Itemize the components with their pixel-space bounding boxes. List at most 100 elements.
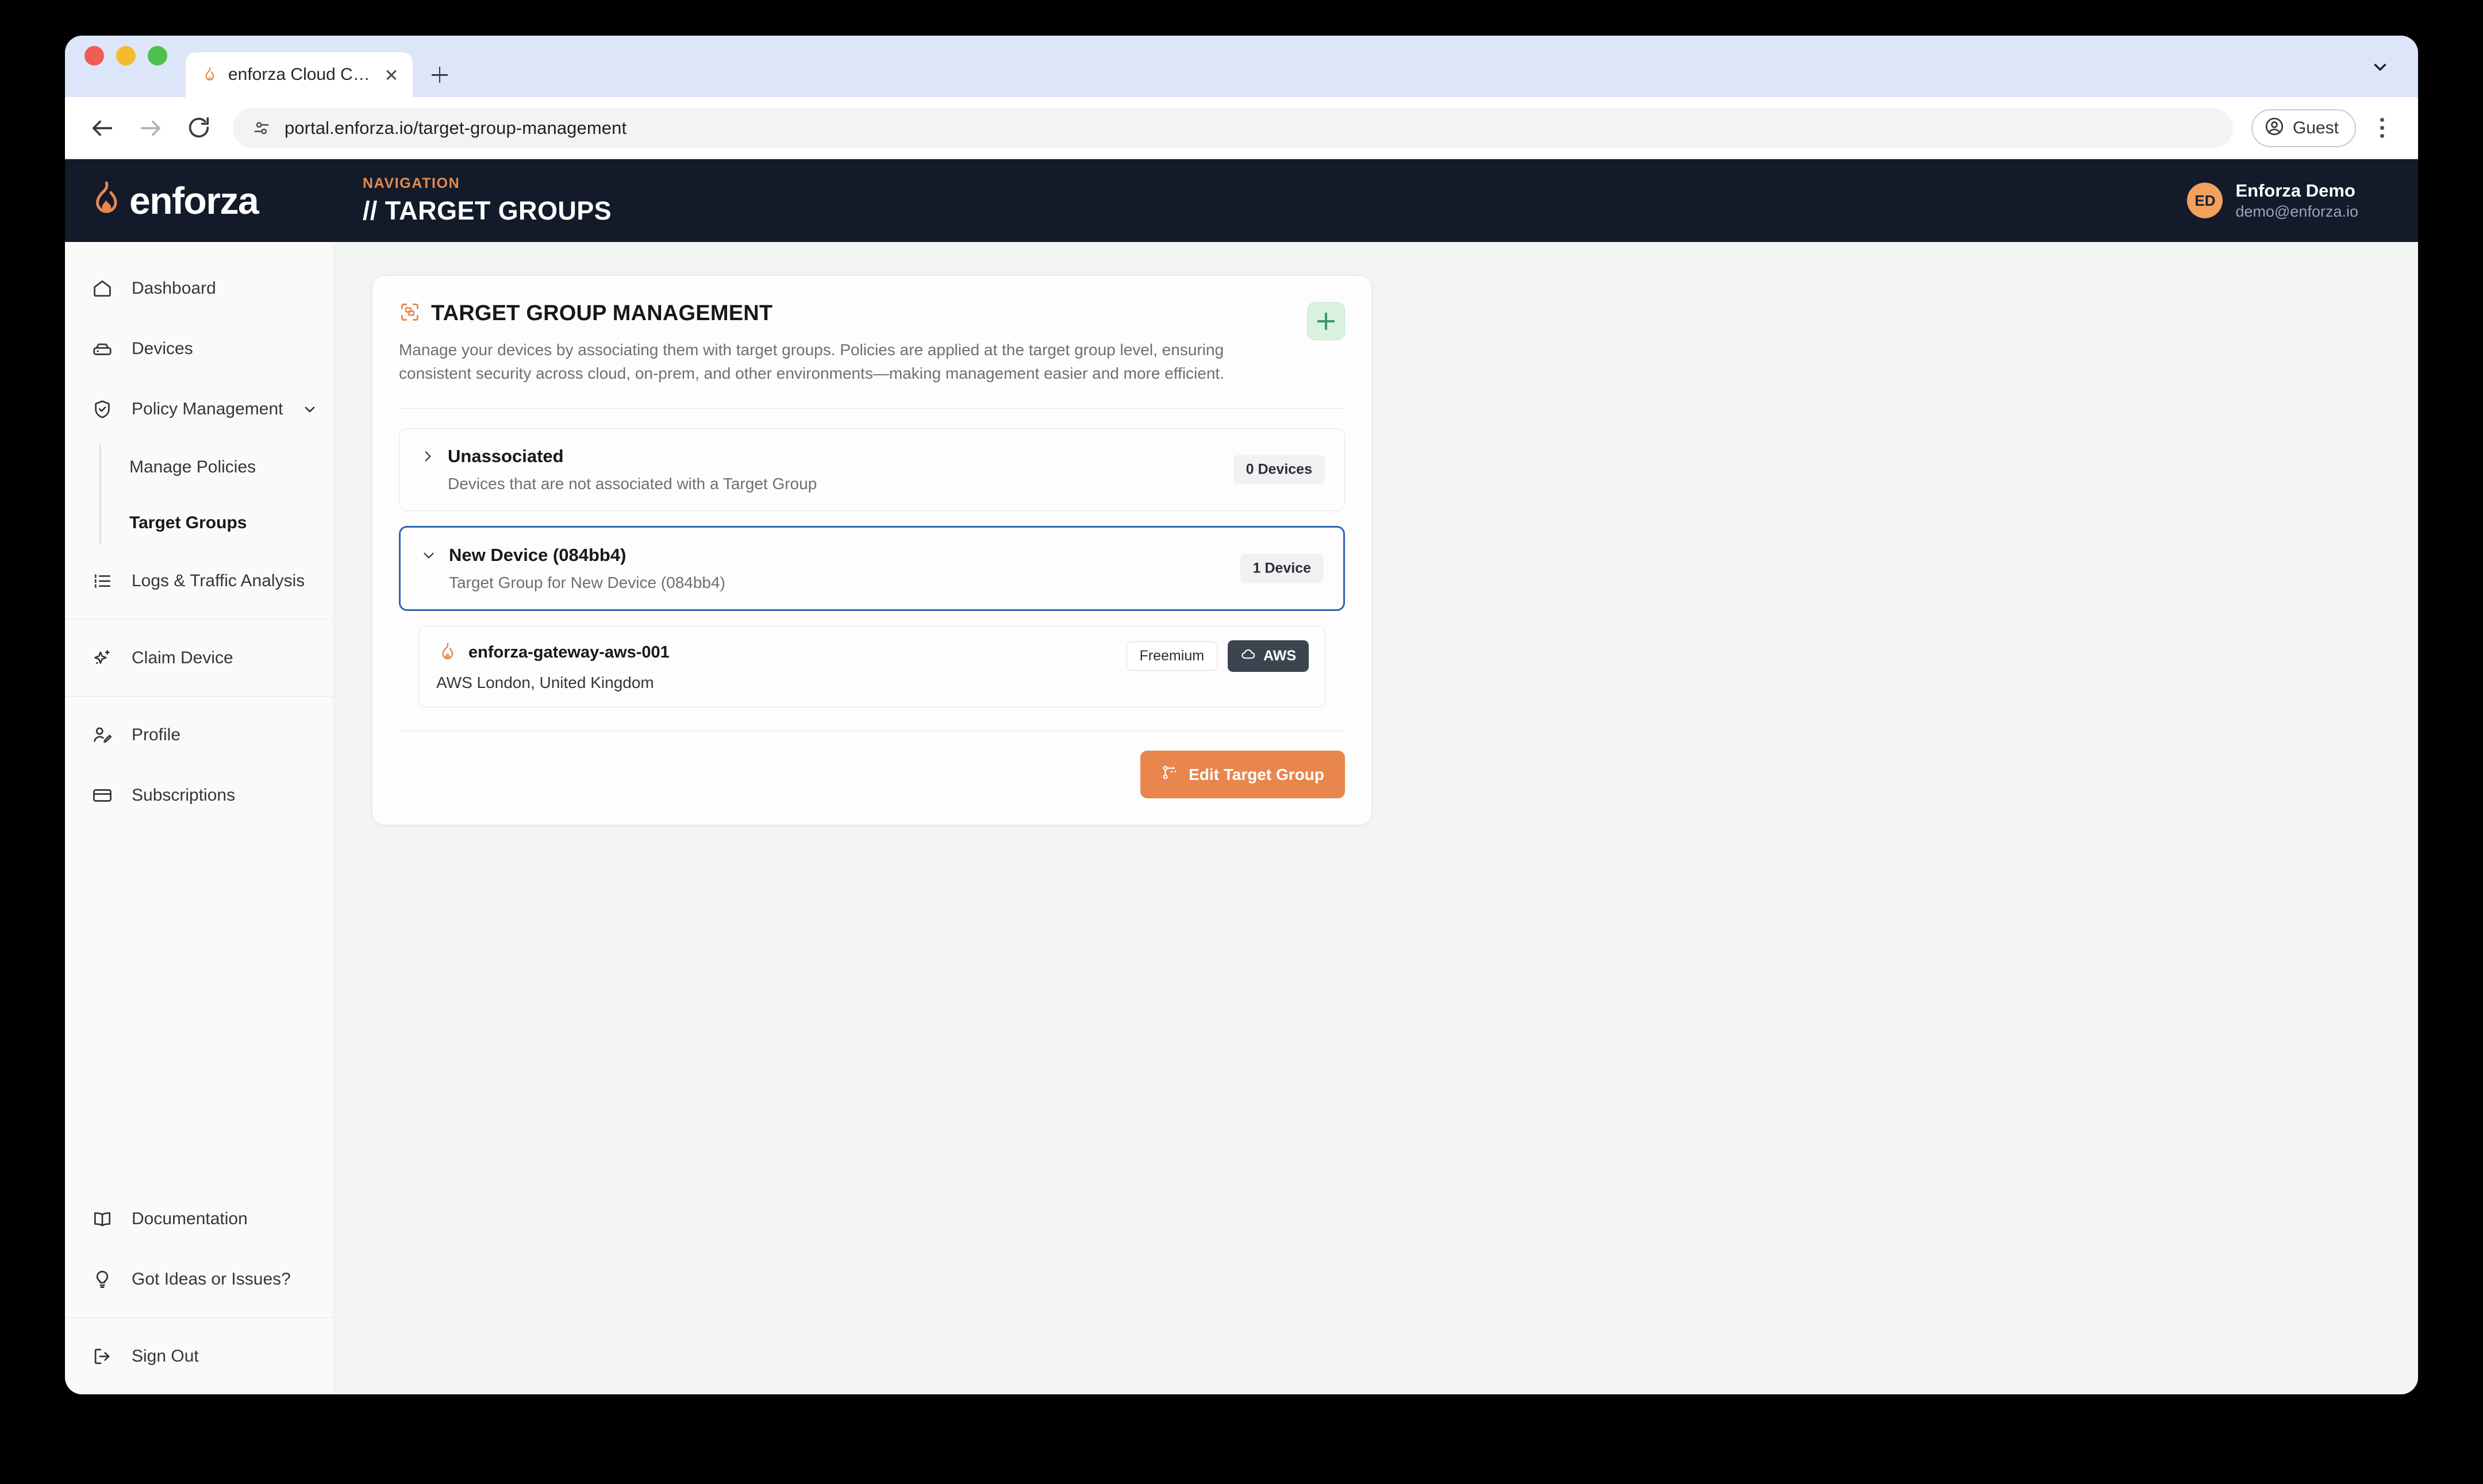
sidebar-divider bbox=[65, 619, 333, 620]
add-target-group-button[interactable] bbox=[1307, 302, 1345, 340]
app-header: enforza NAVIGATION // TARGET GROUPS ED E… bbox=[65, 159, 2418, 242]
sidebar-item-documentation[interactable]: Documentation bbox=[65, 1189, 333, 1249]
lightbulb-icon bbox=[90, 1267, 114, 1291]
url-text: portal.enforza.io/target-group-managemen… bbox=[285, 117, 627, 138]
book-icon bbox=[90, 1207, 114, 1231]
server-icon bbox=[90, 337, 114, 361]
card-title: TARGET GROUP MANAGEMENT bbox=[431, 301, 773, 325]
page-title: // TARGET GROUPS bbox=[363, 196, 612, 225]
sidebar-divider bbox=[65, 696, 333, 697]
user-email: demo@enforza.io bbox=[2235, 202, 2358, 220]
sidebar-item-claim-device[interactable]: Claim Device bbox=[65, 628, 333, 688]
chevron-down-icon[interactable] bbox=[2363, 50, 2397, 84]
close-icon[interactable] bbox=[382, 65, 401, 84]
browser-tab-strip: enforza Cloud Controller bbox=[65, 36, 2418, 97]
sidebar-divider bbox=[65, 1317, 333, 1318]
logout-icon bbox=[90, 1344, 114, 1368]
card-footer: Edit Target Group bbox=[399, 751, 1345, 799]
window-traffic-lights bbox=[84, 36, 167, 97]
browser-toolbar: portal.enforza.io/target-group-managemen… bbox=[65, 97, 2418, 159]
account-circle-icon bbox=[2264, 116, 2285, 140]
sidebar-item-dashboard[interactable]: Dashboard bbox=[65, 258, 333, 318]
sidebar-item-label: Policy Management bbox=[132, 399, 283, 418]
sidebar-item-label: Got Ideas or Issues? bbox=[132, 1269, 291, 1289]
profile-label: Guest bbox=[2292, 118, 2339, 137]
target-group-row-unassociated[interactable]: Unassociated Devices that are not associ… bbox=[399, 428, 1345, 512]
address-bar[interactable]: portal.enforza.io/target-group-managemen… bbox=[233, 107, 2233, 148]
target-group-subtitle: Target Group for New Device (084bb4) bbox=[449, 574, 725, 592]
app-body: Dashboard Devices Policy Management Mana… bbox=[65, 242, 2418, 1394]
sidebar-item-label: Devices bbox=[132, 339, 193, 358]
avatar: ED bbox=[2187, 183, 2223, 218]
browser-tab[interactable]: enforza Cloud Controller bbox=[186, 52, 413, 97]
card-header: TARGET GROUP MANAGEMENT Manage your devi… bbox=[399, 301, 1345, 385]
sidebar-subitem-label: Target Groups bbox=[129, 513, 247, 532]
sidebar-item-devices[interactable]: Devices bbox=[65, 318, 333, 379]
reload-icon[interactable] bbox=[181, 110, 217, 146]
browser-window: enforza Cloud Controller bbox=[65, 36, 2418, 1394]
tier-badge: Freemium bbox=[1126, 641, 1218, 671]
device-count-badge: 0 Devices bbox=[1233, 455, 1325, 485]
home-icon bbox=[90, 276, 114, 301]
cloud-icon bbox=[1240, 646, 1256, 666]
device-location: AWS London, United Kingdom bbox=[436, 674, 654, 692]
sidebar-item-label: Profile bbox=[132, 725, 181, 744]
flame-icon bbox=[88, 179, 124, 222]
chevron-down-icon[interactable] bbox=[300, 399, 320, 419]
target-group-name: Unassociated bbox=[448, 446, 564, 467]
profile-chip[interactable]: Guest bbox=[2251, 109, 2356, 147]
shield-check-icon bbox=[90, 397, 114, 421]
user-menu[interactable]: ED Enforza Demo demo@enforza.io bbox=[2187, 180, 2358, 222]
nav-kicker: NAVIGATION bbox=[363, 175, 460, 191]
sidebar-item-logs-traffic-analysis[interactable]: Logs & Traffic Analysis bbox=[65, 551, 333, 611]
sidebar-item-subscriptions[interactable]: Subscriptions bbox=[65, 765, 333, 825]
target-group-subtitle: Devices that are not associated with a T… bbox=[448, 475, 817, 493]
kebab-menu-icon[interactable] bbox=[2366, 110, 2397, 146]
sidebar-item-sign-out[interactable]: Sign Out bbox=[65, 1326, 333, 1386]
arrow-right-icon[interactable] bbox=[133, 110, 168, 146]
card-description: Manage your devices by associating them … bbox=[399, 341, 1224, 382]
maximize-window-button[interactable] bbox=[148, 45, 167, 66]
edit-target-group-label: Edit Target Group bbox=[1189, 765, 1324, 783]
sidebar-item-label: Sign Out bbox=[132, 1346, 199, 1366]
list-icon bbox=[90, 569, 114, 593]
arrow-left-icon[interactable] bbox=[84, 110, 120, 146]
sidebar-item-policy-management[interactable]: Policy Management bbox=[65, 379, 333, 439]
edit-target-group-button[interactable]: Edit Target Group bbox=[1140, 751, 1345, 799]
device-name: enforza-gateway-aws-001 bbox=[468, 643, 670, 662]
sidebar: Dashboard Devices Policy Management Mana… bbox=[65, 242, 334, 1394]
sidebar-item-label: Subscriptions bbox=[132, 785, 236, 805]
device-row[interactable]: enforza-gateway-aws-001 AWS London, Unit… bbox=[418, 626, 1325, 708]
chevron-right-icon[interactable] bbox=[419, 448, 436, 465]
sidebar-item-target-groups[interactable]: Target Groups bbox=[109, 495, 333, 551]
close-window-button[interactable] bbox=[84, 45, 104, 66]
cloud-provider-label: AWS bbox=[1263, 648, 1296, 664]
scan-target-icon bbox=[399, 301, 421, 326]
sidebar-item-label: Logs & Traffic Analysis bbox=[132, 571, 305, 590]
breadcrumb: NAVIGATION // TARGET GROUPS bbox=[334, 175, 612, 226]
target-group-name: New Device (084bb4) bbox=[449, 545, 626, 566]
cloud-provider-badge: AWS bbox=[1228, 640, 1309, 672]
sidebar-item-profile[interactable]: Profile bbox=[65, 705, 333, 765]
divider bbox=[399, 408, 1345, 409]
user-edit-icon bbox=[90, 723, 114, 747]
sidebar-subitem-label: Manage Policies bbox=[129, 457, 256, 476]
sidebar-item-feedback[interactable]: Got Ideas or Issues? bbox=[65, 1249, 333, 1309]
main-content: TARGET GROUP MANAGEMENT Manage your devi… bbox=[334, 242, 2418, 1394]
minimize-window-button[interactable] bbox=[116, 45, 136, 66]
network-nodes-icon bbox=[1161, 764, 1178, 785]
app-logo[interactable]: enforza bbox=[65, 179, 334, 222]
new-tab-button[interactable] bbox=[423, 58, 456, 91]
credit-card-icon bbox=[90, 783, 114, 808]
sparkle-icon bbox=[90, 646, 114, 670]
sidebar-item-manage-policies[interactable]: Manage Policies bbox=[109, 439, 333, 495]
application-root: enforza NAVIGATION // TARGET GROUPS ED E… bbox=[65, 159, 2418, 1394]
chevron-down-icon[interactable] bbox=[420, 547, 437, 564]
flame-icon bbox=[436, 641, 458, 663]
tune-icon[interactable] bbox=[250, 117, 273, 140]
target-group-row-new-device[interactable]: New Device (084bb4) Target Group for New… bbox=[399, 526, 1345, 612]
sidebar-item-label: Claim Device bbox=[132, 648, 233, 667]
user-name: Enforza Demo bbox=[2235, 180, 2355, 201]
logo-text: enforza bbox=[129, 179, 259, 222]
browser-tab-title: enforza Cloud Controller bbox=[228, 65, 372, 84]
